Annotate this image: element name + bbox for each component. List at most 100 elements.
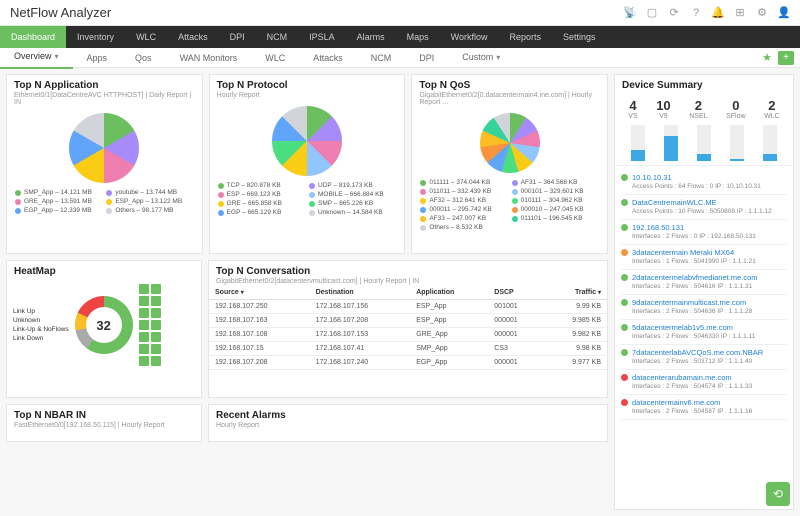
device-name: 5datacentermelab1v5.me.com bbox=[632, 323, 733, 332]
satellite-icon[interactable]: 📡 bbox=[624, 7, 636, 19]
subnav-tab[interactable]: Apps bbox=[73, 48, 122, 68]
device-item[interactable]: 192.168.50.131Interfaces : 2 Flows : 0 I… bbox=[621, 220, 787, 245]
card-subtitle: GigabitEthernet0/2[0.datacentermain4.ine… bbox=[419, 92, 600, 106]
heatmap-cell[interactable] bbox=[139, 308, 149, 318]
star-icon[interactable]: ★ bbox=[762, 51, 772, 64]
card-title: Top N Application bbox=[14, 80, 195, 91]
table-cell: 000001 bbox=[488, 328, 543, 342]
nav-tab[interactable]: WLC bbox=[125, 26, 167, 48]
table-cell: 172.168.107.41 bbox=[310, 342, 411, 356]
heatmap-cell[interactable] bbox=[151, 320, 161, 330]
col-header[interactable]: Destination bbox=[310, 286, 411, 300]
table-cell: 9.982 KB bbox=[543, 328, 607, 342]
subnav-tab[interactable]: DPI bbox=[405, 48, 448, 68]
subnav-tab[interactable]: Qos bbox=[121, 48, 166, 68]
table-row[interactable]: 192.168.107.15172.168.107.41SMP_AppCS39.… bbox=[209, 342, 607, 356]
device-list[interactable]: 10.10.10.31Access Points : 64 Flows : 0 … bbox=[615, 166, 793, 446]
card-title: HeatMap bbox=[14, 266, 194, 277]
device-name: 2datacentermelabvfmedianet.me.com bbox=[632, 273, 757, 282]
legend-item: 011111 – 374.044 KB bbox=[420, 179, 507, 186]
subnav-tab[interactable]: WAN Monitors bbox=[166, 48, 252, 68]
bell-icon[interactable]: 🔔 bbox=[712, 7, 724, 19]
device-item[interactable]: 10.10.10.31Access Points : 64 Flows : 0 … bbox=[621, 170, 787, 195]
card-subtitle: GigabitEthernet0/2[datacentervmulticast.… bbox=[216, 278, 600, 285]
grid-icon[interactable]: ⊞ bbox=[734, 7, 746, 19]
heatmap-cell[interactable] bbox=[151, 344, 161, 354]
table-row[interactable]: 192.168.107.163172.168.107.208ESP_App000… bbox=[209, 314, 607, 328]
heatmap-cell[interactable] bbox=[139, 344, 149, 354]
heatmap-cell[interactable] bbox=[151, 356, 161, 366]
legend-item: youtube – 13.744 MB bbox=[106, 189, 193, 196]
subnav-tab[interactable]: Custom▾ bbox=[448, 47, 514, 68]
screen-icon[interactable]: ▢ bbox=[646, 7, 658, 19]
heatmap-grid bbox=[139, 284, 161, 366]
heatmap-cell[interactable] bbox=[139, 332, 149, 342]
table-cell: 192.168.107.108 bbox=[209, 328, 310, 342]
heatmap-cell[interactable] bbox=[151, 284, 161, 294]
help-icon[interactable]: ? bbox=[690, 7, 702, 19]
user-icon[interactable]: 👤 bbox=[778, 7, 790, 19]
heatmap-cell[interactable] bbox=[151, 332, 161, 342]
nav-tab[interactable]: Attacks bbox=[167, 26, 219, 48]
device-name: 9datacentermainmulticast.me.com bbox=[632, 298, 746, 307]
nav-tab[interactable]: Inventory bbox=[66, 26, 125, 48]
heatmap-cell[interactable] bbox=[139, 296, 149, 306]
pie-chart bbox=[272, 106, 342, 176]
card-top-application: Top N Application Ethernet0/1[DataCentre… bbox=[6, 74, 203, 254]
table-cell: 9.985 KB bbox=[543, 314, 607, 328]
card-title: Recent Alarms bbox=[216, 410, 600, 421]
device-item[interactable]: datacenterarubamain.me.comInterfaces : 2… bbox=[621, 370, 787, 395]
subnav-tab[interactable]: WLC bbox=[251, 48, 299, 68]
col-header[interactable]: Traffic ▾ bbox=[543, 286, 607, 300]
device-sub: Interfaces : 2 Flows : 5046330 IP : 1.1.… bbox=[621, 333, 787, 340]
legend-item: 000011 – 295.742 KB bbox=[420, 206, 507, 213]
device-item[interactable]: 7datacenterlabAVCQoS.me.com.NBARInterfac… bbox=[621, 345, 787, 370]
nav-tab[interactable]: Workflow bbox=[440, 26, 499, 48]
table-cell: ESP_App bbox=[410, 300, 488, 314]
heatmap-cell[interactable] bbox=[139, 356, 149, 366]
heatmap-legend: Link UpUnknownLink-Up & NoFlowsLink Down bbox=[13, 308, 69, 342]
legend-item: 011011 – 332.439 KB bbox=[420, 188, 507, 195]
device-item[interactable]: datacentermainv6.me.comInterfaces : 2 Fl… bbox=[621, 395, 787, 420]
card-title: Top N QoS bbox=[419, 80, 600, 91]
subnav-tab[interactable]: NCM bbox=[357, 48, 406, 68]
device-item[interactable]: 2datacentermelabvfmedianet.me.comInterfa… bbox=[621, 270, 787, 295]
subnav-tab[interactable]: Attacks bbox=[299, 48, 357, 68]
nav-tab[interactable]: Alarms bbox=[346, 26, 396, 48]
heatmap-cell[interactable] bbox=[151, 308, 161, 318]
table-row[interactable]: 192.168.107.208172.168.107.240EGP_App000… bbox=[209, 356, 607, 370]
summary-bar bbox=[697, 125, 711, 161]
nav-tab[interactable]: NCM bbox=[256, 26, 299, 48]
nav-tab[interactable]: IPSLA bbox=[298, 26, 346, 48]
nav-tab[interactable]: DPI bbox=[219, 26, 256, 48]
heatmap-cell[interactable] bbox=[139, 284, 149, 294]
heatmap-legend-item: Link Down bbox=[13, 335, 69, 342]
col-header[interactable]: Application bbox=[410, 286, 488, 300]
col-header[interactable]: Source ▾ bbox=[209, 286, 310, 300]
device-item[interactable]: 9datacentermainmulticast.me.comInterface… bbox=[621, 295, 787, 320]
device-name: 3datacentermain Meraki MX64 bbox=[632, 248, 734, 257]
add-widget-button[interactable]: + bbox=[778, 51, 794, 65]
heatmap-cell[interactable] bbox=[139, 320, 149, 330]
device-sub: Interfaces : 2 Flows : 504616 IP : 1.1.1… bbox=[621, 283, 787, 290]
card-title: Device Summary bbox=[622, 80, 786, 91]
summary-stat: 2WLC bbox=[764, 98, 780, 120]
legend: SMP_App – 14.121 MByoutube – 13.744 MBGR… bbox=[13, 189, 196, 218]
nav-tab[interactable]: Reports bbox=[498, 26, 552, 48]
device-item[interactable]: 5datacentermelab1v5.me.comInterfaces : 2… bbox=[621, 320, 787, 345]
nav-tab[interactable]: Dashboard bbox=[0, 26, 66, 48]
main-nav: DashboardInventoryWLCAttacksDPINCMIPSLAA… bbox=[0, 26, 800, 48]
table-row[interactable]: 192.168.107.250172.168.107.156ESP_App001… bbox=[209, 300, 607, 314]
heatmap-cell[interactable] bbox=[151, 296, 161, 306]
table-row[interactable]: 192.168.107.108172.168.107.153GRE_App000… bbox=[209, 328, 607, 342]
gear-icon[interactable]: ⚙ bbox=[756, 7, 768, 19]
refresh-icon[interactable]: ⟳ bbox=[668, 7, 680, 19]
device-item[interactable]: 3datacentermain Meraki MX64Interfaces : … bbox=[621, 245, 787, 270]
nav-tab[interactable]: Maps bbox=[396, 26, 440, 48]
legend-item: ESP_App – 13.122 MB bbox=[106, 198, 193, 205]
device-item[interactable]: DataCentremainWLC.MEAccess Points : 10 F… bbox=[621, 195, 787, 220]
fab-button[interactable]: ⟲ bbox=[766, 482, 790, 506]
subnav-tab[interactable]: Overview▾ bbox=[0, 46, 73, 69]
nav-tab[interactable]: Settings bbox=[552, 26, 607, 48]
col-header[interactable]: DSCP bbox=[488, 286, 543, 300]
